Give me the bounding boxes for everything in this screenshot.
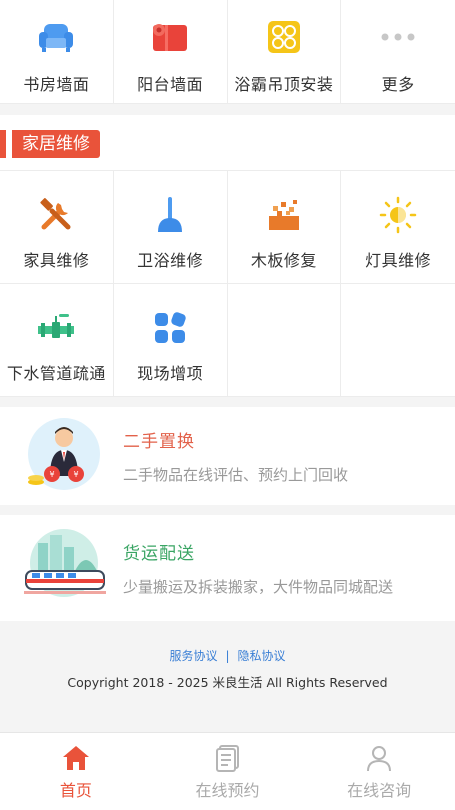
tab-label: 首页 [59, 781, 92, 800]
service-label: 更多 [381, 75, 415, 94]
service-item-light-repair[interactable]: 灯具维修 [341, 171, 455, 284]
secondhand-illustration: ¥ ¥ [24, 416, 104, 496]
service-label: 灯具维修 [365, 251, 432, 270]
copyright-text: Copyright 2018 - 2025 米良生活 All Rights Re… [67, 675, 388, 690]
wallpaper-roll-icon [150, 17, 190, 57]
service-label: 卫浴维修 [137, 251, 204, 270]
freight-illustration [24, 527, 106, 607]
sofa-icon [36, 17, 76, 57]
service-item-furniture-repair[interactable]: 家具维修 [0, 171, 114, 284]
service-label: 现场增项 [137, 364, 204, 383]
card-text: 货运配送 少量搬运及拆装搬家，大件物品同城配送 [123, 539, 393, 597]
privacy-agreement-link[interactable]: 隐私协议 [238, 647, 286, 664]
svg-text:¥: ¥ [49, 470, 54, 479]
tools-icon [36, 195, 76, 235]
service-label: 木板修复 [250, 251, 317, 270]
service-label: 浴霸吊顶安装 [234, 75, 334, 94]
apps-icon [150, 308, 190, 348]
service-label: 下水管道疏通 [6, 364, 106, 383]
empty-cell [341, 284, 455, 397]
service-label: 家具维修 [23, 251, 90, 270]
service-agreement-link[interactable]: 服务协议 [169, 647, 217, 664]
card-subtitle: 少量搬运及拆装搬家，大件物品同城配送 [123, 578, 394, 596]
card-secondhand[interactable]: ¥ ¥ 二手置换 二手物品在线评估、预约上门回收 [0, 407, 455, 505]
card-title: 二手置换 [123, 432, 195, 452]
service-item-bathroom-repair[interactable]: 卫浴维修 [113, 171, 228, 284]
wood-board-icon [264, 195, 304, 235]
card-text: 二手置换 二手物品在线评估、预约上门回收 [123, 427, 348, 485]
tab-label: 在线咨询 [347, 781, 412, 800]
tab-online-booking[interactable]: 在线预约 [152, 733, 304, 810]
section-title: 家居维修 [12, 130, 100, 158]
card-title: 货运配送 [123, 544, 195, 564]
tab-home[interactable]: 首页 [0, 733, 152, 810]
service-item-more[interactable]: 更多 [341, 0, 455, 104]
user-icon [367, 746, 392, 772]
tab-online-consult[interactable]: 在线咨询 [303, 733, 455, 810]
service-item-balcony-wall[interactable]: 阳台墙面 [113, 0, 228, 104]
service-label: 书房墙面 [23, 75, 90, 94]
bath-heater-icon [264, 17, 304, 57]
top-service-grid: 书房墙面 阳台墙面 浴霸吊顶安装 更多 [0, 0, 455, 104]
section-tag-bar [0, 130, 6, 158]
footer-links: 服务协议 | 隐私协议 [0, 647, 455, 664]
page: 书房墙面 阳台墙面 浴霸吊顶安装 更多 家居维修 家具维修 卫浴维修 木板修复 … [0, 0, 455, 810]
light-icon [378, 195, 418, 235]
tab-label: 在线预约 [195, 781, 260, 800]
card-subtitle: 二手物品在线评估、预约上门回收 [123, 466, 349, 484]
card-freight[interactable]: 货运配送 少量搬运及拆装搬家，大件物品同城配送 [0, 515, 455, 621]
plunger-icon [150, 195, 190, 235]
more-icon [378, 17, 418, 57]
service-item-study-wall[interactable]: 书房墙面 [0, 0, 114, 104]
footer-separator: | [225, 649, 230, 663]
service-item-bath-heater[interactable]: 浴霸吊顶安装 [227, 0, 342, 104]
service-label: 阳台墙面 [137, 75, 204, 94]
service-item-onsite-addon[interactable]: 现场增项 [113, 284, 228, 397]
home-icon [62, 746, 89, 770]
repair-service-grid: 家具维修 卫浴维修 木板修复 灯具维修 下水管道疏通 现场增项 [0, 171, 455, 397]
service-item-wood-repair[interactable]: 木板修复 [227, 171, 342, 284]
pipe-icon [36, 308, 76, 348]
section-header-home-repair: 家居维修 [0, 115, 455, 171]
svg-text:¥: ¥ [73, 470, 78, 479]
service-item-pipe-unclog[interactable]: 下水管道疏通 [0, 284, 114, 397]
bottom-tab-bar: 首页 在线预约 在线咨询 [0, 732, 455, 810]
empty-cell [227, 284, 342, 397]
footer: 服务协议 | 隐私协议 Copyright 2018 - 2025 米良生活 All… [0, 621, 455, 725]
booking-icon [215, 745, 239, 772]
